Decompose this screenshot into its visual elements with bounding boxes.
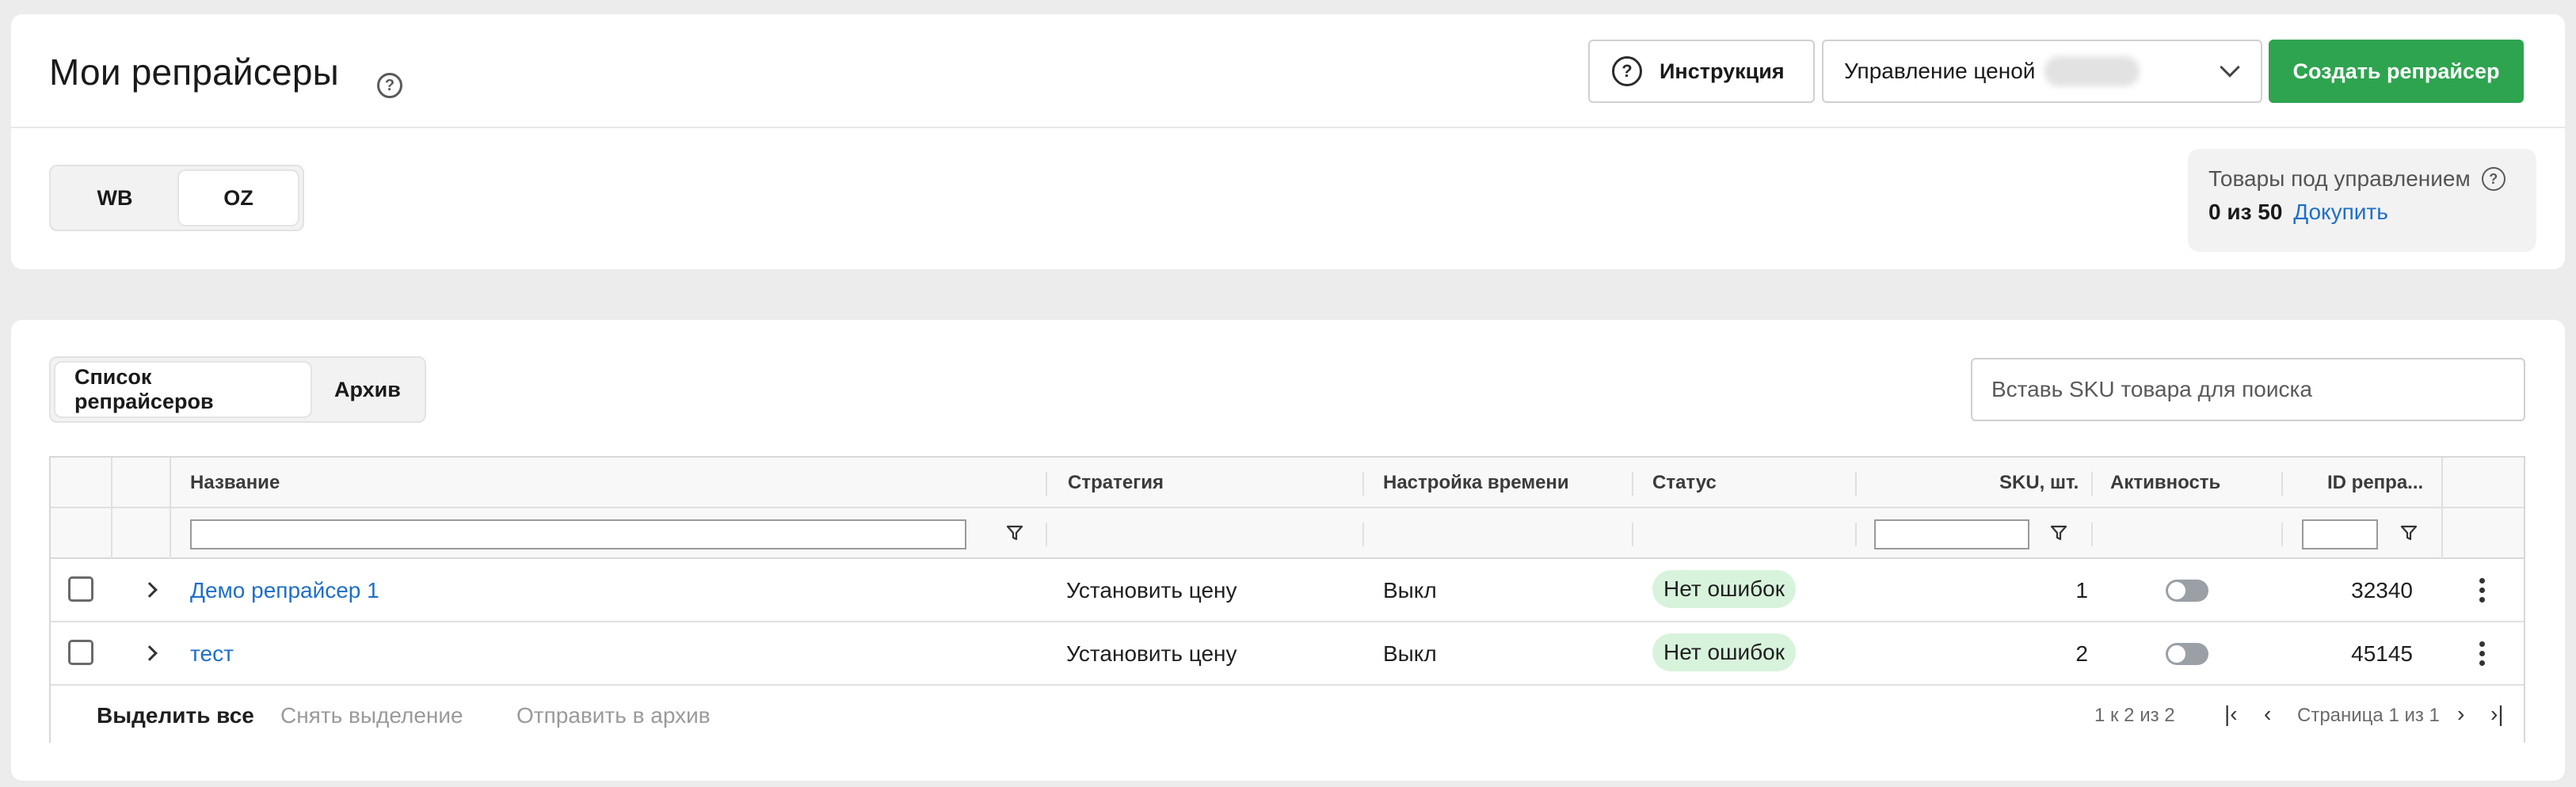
sku-cell: 1 [2075,578,2088,603]
next-page-icon[interactable]: › [2457,701,2464,727]
buy-more-link[interactable]: Докупить [2293,200,2388,224]
table-filter-row [51,508,2524,559]
chevron-right-icon[interactable] [142,582,158,598]
table-footer: Выделить все Снять выделение Отправить в… [51,686,2524,743]
filter-icon[interactable] [1006,524,1023,542]
strategy-cell: Установить цену [1066,578,1237,603]
more-vertical-icon[interactable] [2479,578,2486,606]
chevron-down-icon [2220,57,2240,78]
sku-filter-input[interactable] [1874,519,2029,549]
col-active[interactable]: Активность [2110,472,2220,494]
create-repricer-button[interactable]: Создать репрайсер [2269,40,2524,103]
repricer-list-card: Список репрайсеров Архив Название Страте… [11,320,2565,781]
managed-count: 0 из 50 [2208,200,2283,224]
list-tabs: Список репрайсеров Архив [49,356,426,423]
column-divider [2091,523,2093,546]
column-divider [170,458,171,559]
blurred-value [2044,56,2140,86]
column-divider [1362,523,1364,546]
tab-oz[interactable]: OZ [179,171,298,225]
activity-toggle[interactable] [2166,580,2208,602]
marketplace-switch: WB OZ [49,165,304,231]
column-divider [2091,472,2093,496]
col-id[interactable]: ID репра... [2327,472,2423,494]
last-page-icon[interactable]: ›| [2490,701,2504,727]
prev-page-icon[interactable]: ‹ [2264,701,2271,727]
page-title: Мои репрайсеры [49,51,339,93]
tab-archive[interactable]: Архив [315,363,420,416]
row-checkbox[interactable] [68,640,93,665]
price-select-label: Управление ценой [1844,59,2036,83]
col-name[interactable]: Название [190,472,280,494]
deselect-button[interactable]: Снять выделение [280,703,463,728]
time-cell: Выкл [1383,578,1437,603]
repricer-name-link[interactable]: тест [190,641,234,667]
name-filter-input[interactable] [190,519,966,549]
help-icon[interactable]: ? [2481,167,2506,191]
time-cell: Выкл [1383,641,1437,666]
column-divider [1046,523,1047,546]
sku-cell: 2 [2075,641,2088,666]
managed-title: Товары под управлением ? [2208,166,2516,192]
price-management-select[interactable]: Управление ценой [1822,40,2262,103]
table-header-row: Название Стратегия Настройка времени Ста… [51,458,2524,508]
id-cell: 32340 [2351,578,2413,603]
top-card: Мои репрайсеры ? ? Инструкция Управление… [11,14,2565,269]
column-divider [1632,523,1633,546]
instructions-button[interactable]: ? Инструкция [1588,40,1815,103]
col-strategy[interactable]: Стратегия [1068,472,1164,494]
question-circle-icon: ? [1612,56,1642,86]
status-badge: Нет ошибок [1652,570,1797,608]
activity-toggle[interactable] [2166,643,2208,665]
pagination-range: 1 к 2 из 2 [2094,705,2175,726]
column-divider [2281,472,2283,496]
col-sku[interactable]: SKU, шт. [1999,472,2079,494]
col-time[interactable]: Настройка времени [1383,472,1569,494]
tab-repricer-list[interactable]: Список репрайсеров [55,363,311,416]
status-badge: Нет ошибок [1652,633,1797,671]
instructions-label: Инструкция [1660,59,1785,83]
managed-products-box: Товары под управлением ? 0 из 50 Докупит… [2188,149,2536,252]
first-page-icon[interactable]: |‹ [2224,701,2238,727]
tab-wb[interactable]: WB [55,171,174,225]
column-divider [1855,472,1857,496]
id-cell: 45145 [2351,641,2413,666]
managed-title-text: Товары под управлением [2208,166,2471,191]
filter-icon[interactable] [2400,524,2418,542]
column-divider [1362,472,1364,496]
repricer-table: Название Стратегия Настройка времени Ста… [49,456,2525,743]
chevron-right-icon[interactable] [142,645,158,661]
col-status[interactable]: Статус [1652,472,1717,494]
row-checkbox[interactable] [68,576,93,602]
page-header: Мои репрайсеры ? ? Инструкция Управление… [11,14,2565,128]
table-row: Демо репрайсер 1 Установить цену Выкл Не… [51,559,2524,622]
sku-search-input[interactable] [1971,358,2525,421]
filter-icon[interactable] [2050,524,2067,542]
column-divider [2281,523,2283,546]
pagination-page: Страница 1 из 1 [2297,705,2440,726]
id-filter-input[interactable] [2302,519,2378,549]
help-icon[interactable]: ? [377,73,402,98]
more-vertical-icon[interactable] [2479,641,2486,670]
column-divider [1855,523,1857,546]
strategy-cell: Установить цену [1066,641,1237,666]
select-all-button[interactable]: Выделить все [97,703,254,728]
managed-line: 0 из 50 Докупить [2208,200,2516,225]
repricer-name-link[interactable]: Демо репрайсер 1 [190,578,379,603]
table-row: тест Установить цену Выкл Нет ошибок 2 4… [51,622,2524,686]
send-to-archive-button[interactable]: Отправить в архив [516,703,711,728]
column-divider [1046,472,1047,496]
column-divider [1632,472,1633,496]
